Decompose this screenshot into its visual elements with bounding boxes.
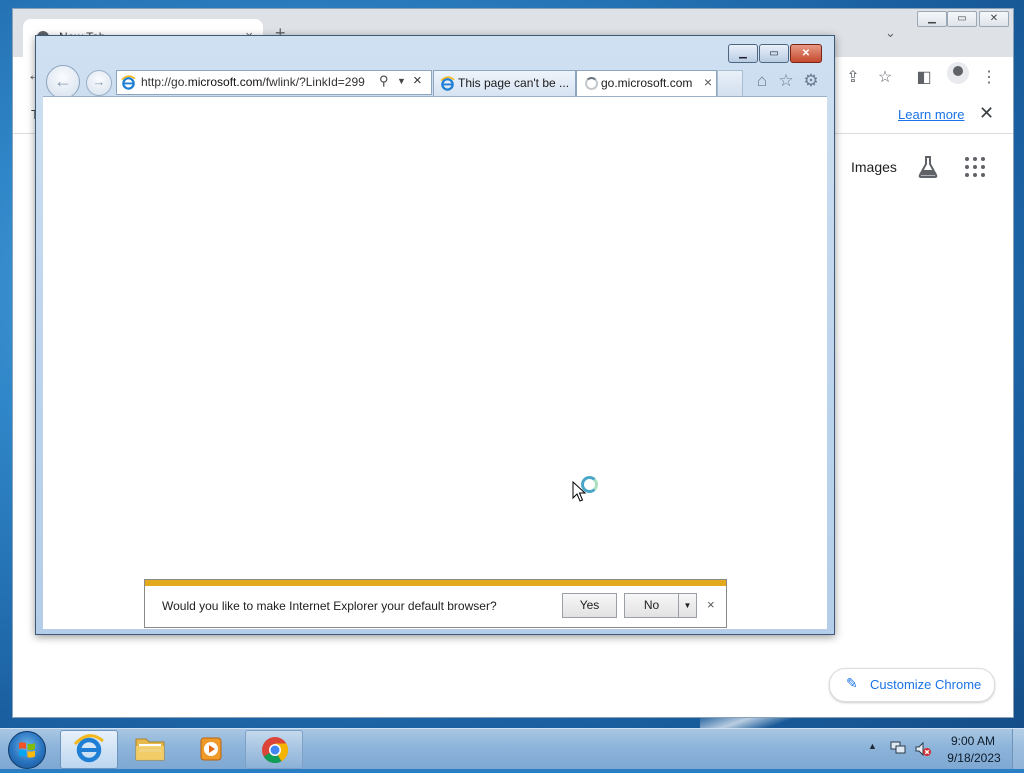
ie-tab-title: go.microsoft.com (601, 76, 693, 90)
ie-new-tab-button[interactable] (717, 70, 743, 96)
ie-tab-error[interactable]: This page can't be ... (433, 70, 576, 96)
default-browser-notification: Would you like to make Internet Explorer… (144, 579, 727, 628)
folder-icon (135, 738, 165, 761)
chrome-tab-search-icon[interactable]: ⌄ (885, 25, 896, 41)
no-options-dropdown-icon[interactable]: ▼ (678, 593, 697, 618)
ie-forward-button[interactable]: → (86, 70, 112, 96)
loading-spinner-icon (585, 77, 598, 90)
internet-explorer-icon (73, 734, 104, 763)
notification-close-icon[interactable]: × (707, 597, 715, 612)
chrome-learn-more-link[interactable]: Learn more (898, 107, 964, 122)
chrome-apps-grid-icon[interactable] (965, 157, 985, 177)
internet-explorer-window: ▁ ▭ ✕ ← → http://go.microsoft.com/fwlink… (35, 35, 835, 635)
notification-message: Would you like to make Internet Explorer… (162, 599, 497, 613)
show-desktop-button[interactable] (1012, 729, 1024, 769)
home-icon[interactable]: ⌂ (752, 71, 772, 91)
ie-address-url[interactable]: http://go.microsoft.com/fwlink/?LinkId=2… (141, 75, 377, 89)
chrome-bookmark-star-icon[interactable]: ☆ (875, 67, 895, 87)
ie-tab-active[interactable]: go.microsoft.com × (576, 70, 717, 97)
customize-chrome-button[interactable]: ✎ Customize Chrome (829, 668, 995, 702)
chrome-share-icon[interactable]: ⇪ (843, 67, 863, 87)
address-dropdown-icon[interactable]: ▼ (397, 76, 406, 86)
stop-icon[interactable]: × (413, 72, 422, 89)
tray-overflow-icon[interactable]: ▲ (868, 741, 877, 751)
chrome-infobar-close-icon[interactable]: ✕ (979, 103, 994, 124)
ie-close-button[interactable]: ✕ (790, 44, 822, 63)
ie-back-button[interactable]: ← (46, 65, 80, 99)
ie-tab-title: This page can't be ... (458, 76, 570, 90)
clock-time[interactable]: 9:00 AM (946, 734, 1000, 748)
clock-date[interactable]: 9/18/2023 (942, 751, 1006, 765)
ie-minimize-button[interactable]: ▁ (728, 44, 758, 63)
chrome-labs-flask-icon[interactable] (917, 155, 939, 179)
ie-maximize-button[interactable]: ▭ (759, 44, 789, 63)
favorites-star-icon[interactable]: ☆ (776, 71, 796, 91)
chrome-icon (262, 737, 289, 764)
chrome-profile-avatar[interactable] (947, 62, 969, 84)
ie-address-bar[interactable]: http://go.microsoft.com/fwlink/?LinkId=2… (116, 70, 432, 95)
forward-arrow-icon: → (92, 74, 106, 89)
taskbar-internet-explorer[interactable] (60, 730, 118, 769)
taskbar: ▲ 9:00 AM 9/18/2023 (0, 728, 1024, 769)
ie-logo-icon (121, 75, 136, 90)
customize-chrome-label: Customize Chrome (870, 677, 982, 692)
volume-muted-icon[interactable] (914, 741, 932, 757)
yes-button[interactable]: Yes (562, 593, 617, 618)
taskbar-file-explorer[interactable] (122, 730, 178, 767)
media-player-icon (200, 737, 222, 761)
chrome-menu-icon[interactable]: ⋮ (979, 67, 999, 87)
taskbar-media-player[interactable] (182, 730, 238, 767)
notification-accent-bar (145, 580, 726, 586)
address-search-icon[interactable]: ⚲ (379, 73, 389, 89)
network-icon[interactable] (890, 741, 906, 755)
back-arrow-icon: ← (54, 71, 72, 91)
start-button[interactable] (8, 731, 46, 769)
taskbar-google-chrome[interactable] (245, 730, 303, 769)
ie-logo-icon (440, 76, 455, 91)
chrome-maximize-button[interactable]: ▭ (947, 11, 977, 27)
windows-logo-icon (19, 742, 35, 758)
ie-window-controls: ▁ ▭ ✕ (728, 44, 826, 63)
chrome-minimize-button[interactable]: ▁ (917, 11, 947, 27)
chrome-side-panel-icon[interactable]: ◧ (914, 67, 934, 87)
no-button[interactable]: No (624, 593, 679, 618)
pencil-icon: ✎ (846, 675, 858, 691)
chrome-window-controls: ▁ ▭ ✕ (917, 11, 1009, 27)
tab-close-icon[interactable]: × (704, 74, 712, 90)
busy-indicator-icon (581, 476, 598, 493)
chrome-close-button[interactable]: ✕ (979, 11, 1009, 27)
settings-gear-icon[interactable]: ⚙ (801, 71, 821, 91)
chrome-images-link[interactable]: Images (851, 159, 897, 175)
ie-page-content[interactable] (43, 96, 827, 629)
